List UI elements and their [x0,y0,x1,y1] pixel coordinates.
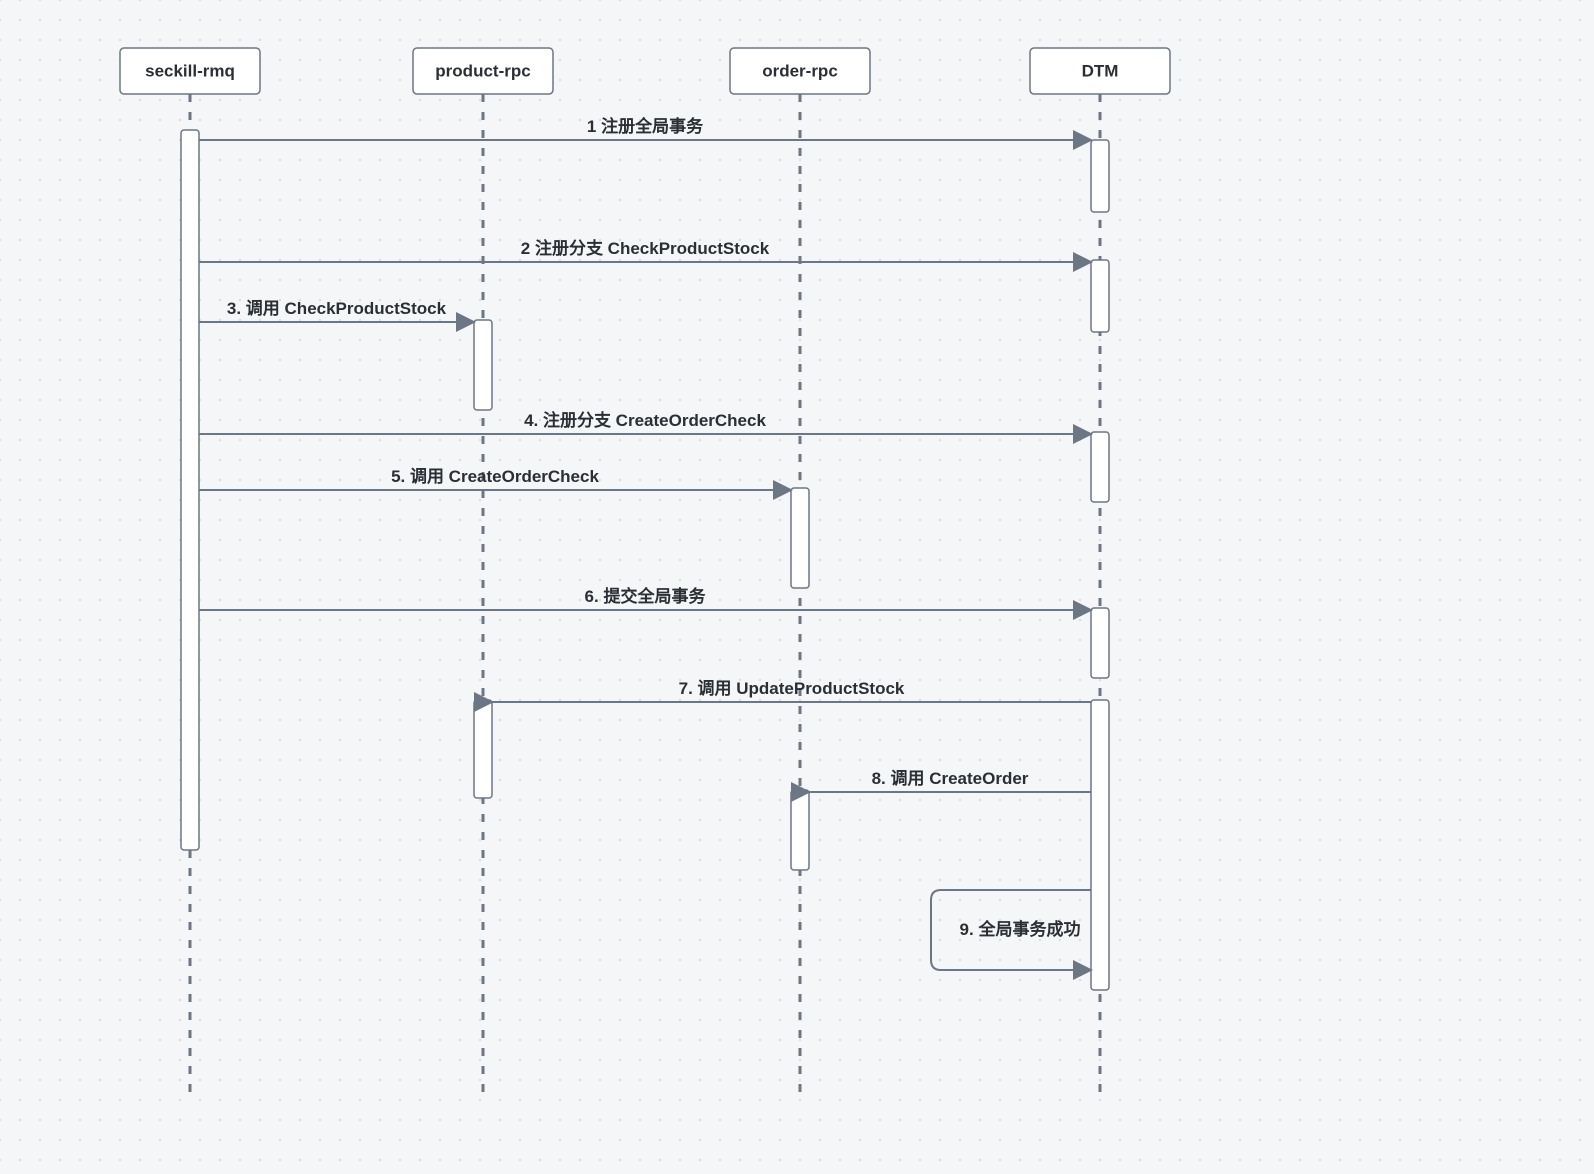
message-label-2: 2 注册分支 CheckProductStock [521,238,770,258]
activation-dtm-7 [1091,700,1109,990]
participant-label-order: order-rpc [762,61,838,80]
activation-seckill-0 [181,130,199,850]
participant-label-dtm: DTM [1082,61,1119,80]
activation-order-5 [791,488,809,588]
message-label-6: 6. 提交全局事务 [585,586,707,606]
message-label-8: 8. 调用 CreateOrder [872,769,1029,788]
activation-product-3 [474,320,492,410]
participant-label-product: product-rpc [435,61,530,80]
message-label-5: 5. 调用 CreateOrderCheck [391,467,599,486]
message-label-7: 7. 调用 UpdateProductStock [679,679,905,698]
sequence-diagram: 1 注册全局事务 2 注册分支 CheckProductStock 3. 调用 Ch… [0,0,1594,1174]
message-label-4: 4. 注册分支 CreateOrderCheck [524,410,766,430]
activation-order-9 [791,790,809,870]
participant-label-seckill: seckill-rmq [145,61,235,80]
activation-product-8 [474,700,492,798]
message-label-3: 3. 调用 CheckProductStock [227,299,447,318]
self-message-label: 9. 全局事务成功 [960,919,1081,939]
activation-dtm-6 [1091,608,1109,678]
activation-dtm-4 [1091,432,1109,502]
activation-dtm-2 [1091,260,1109,332]
activation-dtm-1 [1091,140,1109,212]
message-label-1: 1 注册全局事务 [587,116,704,136]
